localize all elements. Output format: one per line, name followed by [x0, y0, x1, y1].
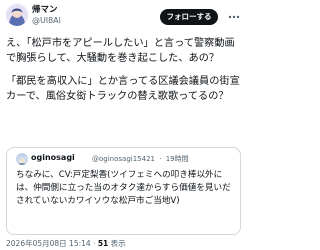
- tweet-header: 帰マン @Ul8Al フォローする: [0, 0, 248, 30]
- avatar-image: [6, 4, 28, 26]
- quoted-avatar-image: [16, 156, 28, 165]
- author-handle[interactable]: @Ul8Al: [32, 16, 61, 25]
- more-dots: [228, 15, 240, 19]
- footer-separator: ·: [93, 239, 96, 248]
- views-label: 表示: [110, 239, 126, 248]
- views-count: 51: [97, 239, 109, 248]
- quoted-handle[interactable]: @oginosagi15421: [92, 155, 155, 163]
- tweet-paragraph: 「都民を高収入に」とか言ってる区議会議員の街宣カーで、風俗女衒トラックの替え歌歌…: [6, 76, 240, 102]
- quoted-text: ちなみに、CV:戸定梨香(ツイフェミへの叩き棒以外には、仲間側に立った当のオタク…: [16, 170, 231, 206]
- quoted-tweet[interactable]: oginosagi @oginosagi15421 · 19時間 ちなみに、CV…: [6, 147, 241, 235]
- quoted-author-avatar[interactable]: [16, 153, 28, 165]
- tweet-text: え、「松戸市をアピールしたい」と言って警察動画で胸張らして、大騒動を巻き起こした…: [6, 36, 242, 104]
- timestamp[interactable]: 2026年05月08日 15:14: [6, 239, 91, 248]
- quoted-time[interactable]: 19時間: [166, 155, 189, 163]
- quoted-display-name[interactable]: oginosagi: [31, 153, 75, 162]
- author-display-name[interactable]: 帰マン: [32, 3, 58, 15]
- quoted-meta: @oginosagi15421 · 19時間: [92, 154, 189, 164]
- tweet-paragraph: え、「松戸市をアピールしたい」と言って警察動画で胸張らして、大騒動を巻き起こした…: [6, 38, 235, 64]
- tweet-footer: 2026年05月08日 15:14 · 51 表示: [6, 238, 126, 249]
- author-avatar[interactable]: [6, 4, 28, 26]
- follow-button[interactable]: フォローする: [160, 9, 218, 25]
- meta-separator: ·: [159, 155, 162, 163]
- more-horizontal-icon[interactable]: [226, 9, 242, 25]
